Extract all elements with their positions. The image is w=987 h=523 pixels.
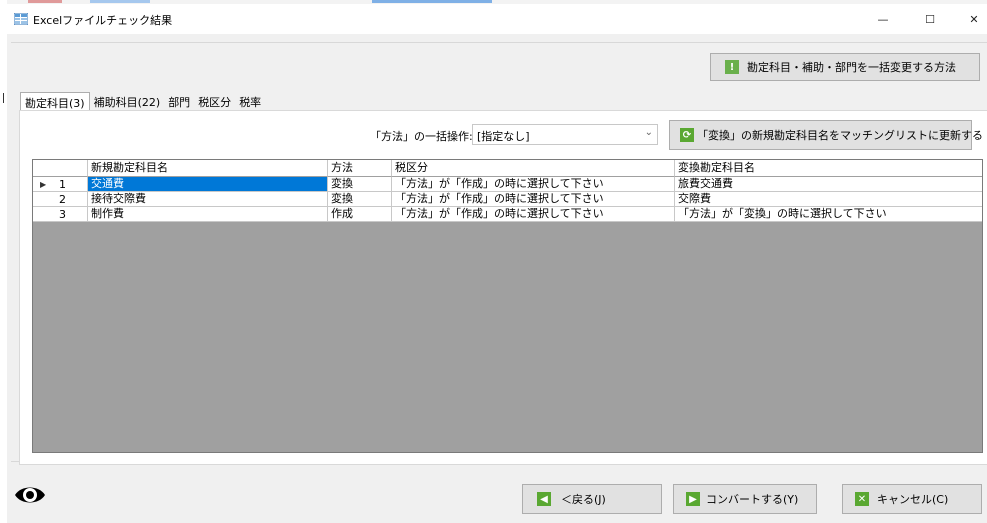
exclamation-icon: !	[725, 60, 739, 74]
table-row[interactable]: 3 制作費 作成 「方法」が「作成」の時に選択して下さい 「方法」が「変換」の時…	[33, 207, 982, 222]
header-target-account-name[interactable]: 変換勘定科目名	[675, 160, 982, 177]
tab-tax-categories[interactable]: 税区分	[194, 92, 235, 110]
grid-header-row: 新規勘定科目名 方法 税区分 変換勘定科目名	[33, 160, 982, 177]
header-method[interactable]: 方法	[328, 160, 392, 177]
row-number: 1	[59, 178, 66, 191]
tab-sub-accounts[interactable]: 補助科目(22)	[90, 92, 165, 110]
tab-tax-rates[interactable]: 税率	[235, 92, 265, 110]
cell-tax-category[interactable]: 「方法」が「作成」の時に選択して下さい	[392, 207, 675, 222]
refresh-icon: ⟳	[680, 128, 694, 142]
convert-button[interactable]: ▶ コンバートする(Y)	[673, 484, 817, 514]
window-title: Excelファイルチェック結果	[33, 14, 173, 27]
bulk-operation-select[interactable]: [指定なし] ⌄	[472, 124, 658, 145]
cancel-button[interactable]: ✕ キャンセル(C)	[842, 484, 982, 514]
header-row-selector	[33, 160, 88, 177]
background-window-edge	[0, 0, 7, 523]
cell-tax-category[interactable]: 「方法」が「作成」の時に選択して下さい	[392, 177, 675, 192]
bulk-operation-label: 「方法」の一括操作:	[370, 130, 473, 143]
maximize-button[interactable]: ☐	[911, 4, 949, 34]
dialog-window: Excelファイルチェック結果 — ☐ ✕ ! 勘定科目・補助・部門を一括変更す…	[7, 4, 987, 523]
update-matching-list-button[interactable]: ⟳ 「変換」の新規勘定科目名をマッチングリストに更新する	[669, 120, 983, 150]
x-icon: ✕	[855, 492, 869, 506]
cell-tax-category[interactable]: 「方法」が「作成」の時に選択して下さい	[392, 192, 675, 207]
bulk-operation-value: [指定なし]	[477, 130, 530, 143]
tab-accounts[interactable]: 勘定科目(3)	[20, 92, 90, 110]
back-button-label: ＜戻る(J)	[561, 493, 606, 506]
cell-target-account-name[interactable]: 旅費交通費	[675, 177, 982, 192]
eye-icon[interactable]	[13, 482, 47, 508]
minimize-button[interactable]: —	[864, 4, 902, 34]
bulk-change-help-button[interactable]: ! 勘定科目・補助・部門を一括変更する方法	[710, 53, 980, 81]
close-icon: ✕	[969, 12, 979, 26]
cancel-button-label: キャンセル(C)	[877, 493, 949, 506]
table-row[interactable]: ▶ 1 交通費 変換 「方法」が「作成」の時に選択して下さい 旅費交通費	[33, 177, 982, 192]
row-number: 3	[59, 208, 66, 221]
row-number: 2	[59, 193, 66, 206]
convert-button-label: コンバートする(Y)	[706, 493, 799, 506]
cell-new-account-name[interactable]: 交通費	[88, 177, 328, 192]
update-matching-list-label: 「変換」の新規勘定科目名をマッチングリストに更新する	[697, 129, 983, 142]
arrow-right-icon: ▶	[686, 492, 700, 506]
header-tax-category[interactable]: 税区分	[392, 160, 675, 177]
row-header[interactable]: 2	[33, 192, 88, 207]
cell-new-account-name[interactable]: 接待交際費	[88, 192, 328, 207]
tab-strip: 勘定科目(3) 補助科目(22) 部門 税区分 税率	[20, 92, 265, 110]
close-button[interactable]: ✕	[955, 4, 987, 34]
current-row-arrow-icon: ▶	[40, 180, 47, 189]
accounts-grid: 新規勘定科目名 方法 税区分 変換勘定科目名 ▶ 1 交通費 変換 「方法」が「…	[32, 159, 983, 453]
cell-new-account-name[interactable]: 制作費	[88, 207, 328, 222]
title-bar: Excelファイルチェック結果 — ☐ ✕	[7, 4, 987, 34]
header-new-account-name[interactable]: 新規勘定科目名	[88, 160, 328, 177]
cell-method[interactable]: 変換	[328, 177, 392, 192]
table-row[interactable]: 2 接待交際費 変換 「方法」が「作成」の時に選択して下さい 交際費	[33, 192, 982, 207]
chevron-down-icon: ⌄	[644, 127, 653, 138]
maximize-icon: ☐	[925, 12, 935, 26]
cell-target-account-name[interactable]: 交際費	[675, 192, 982, 207]
spreadsheet-app-icon	[14, 13, 28, 25]
cell-target-account-name[interactable]: 「方法」が「変換」の時に選択して下さい	[675, 207, 982, 222]
row-header[interactable]: ▶ 1	[33, 177, 88, 192]
cell-method[interactable]: 作成	[328, 207, 392, 222]
bulk-change-help-label: 勘定科目・補助・部門を一括変更する方法	[747, 61, 956, 74]
back-button[interactable]: ◀ ＜戻る(J)	[522, 484, 662, 514]
arrow-left-icon: ◀	[537, 492, 551, 506]
minimize-icon: —	[877, 12, 889, 26]
row-header[interactable]: 3	[33, 207, 88, 222]
cell-method[interactable]: 変換	[328, 192, 392, 207]
tab-departments[interactable]: 部門	[164, 92, 194, 110]
